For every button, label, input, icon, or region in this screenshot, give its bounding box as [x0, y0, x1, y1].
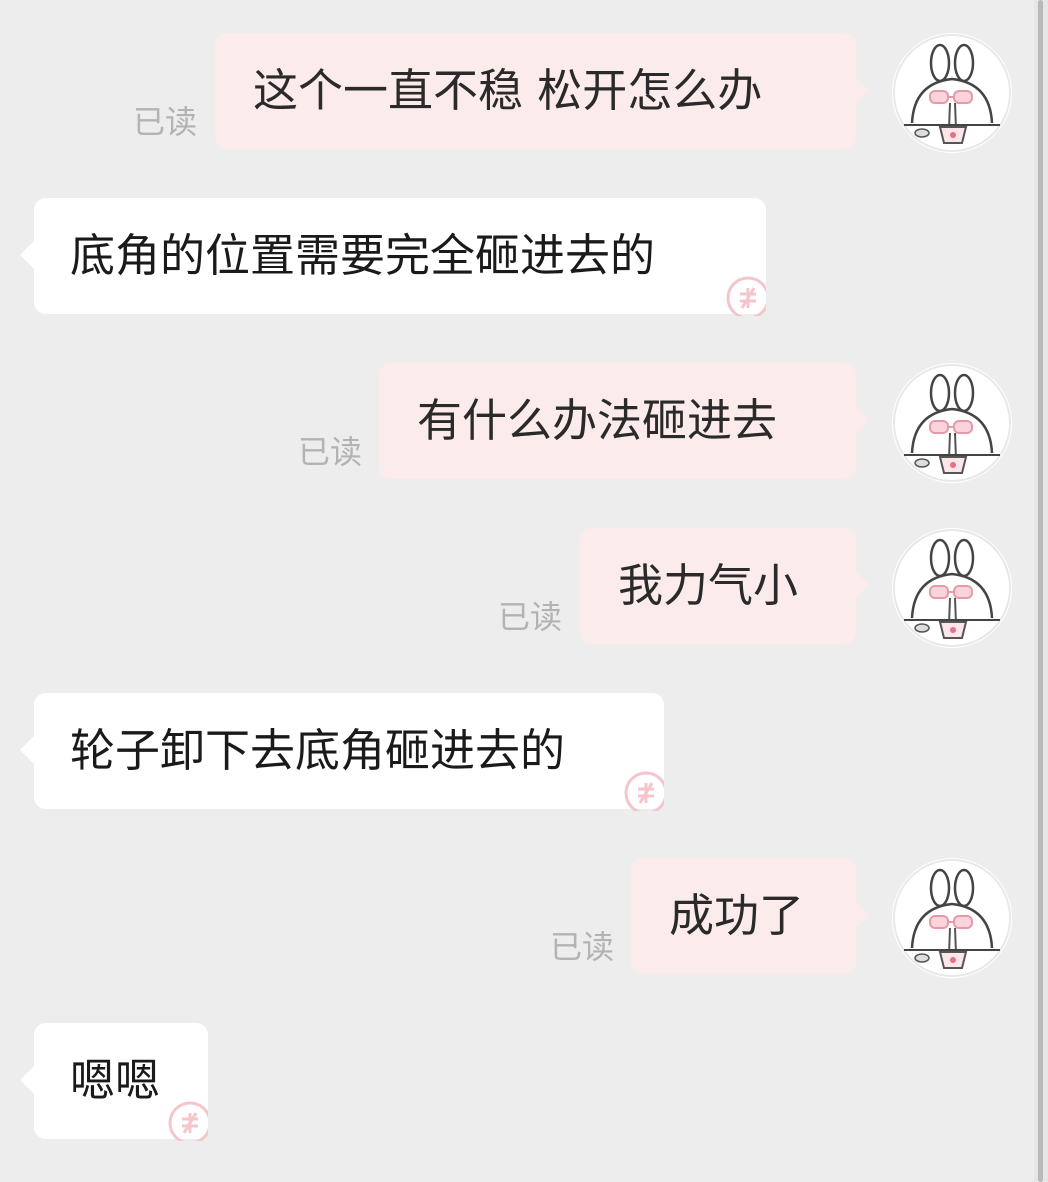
sent-message-bubble[interactable]: 这个一直不稳 松开怎么办 [215, 33, 856, 149]
bunny-eating-noodles-avatar-icon[interactable] [892, 858, 1012, 978]
bubble-tail [855, 571, 869, 599]
bunny-eating-noodles-avatar-icon[interactable] [892, 33, 1012, 153]
bubble-tail [20, 241, 34, 269]
scrollbar-thumb[interactable] [1038, 0, 1043, 1182]
read-receipt: 已读 [133, 103, 198, 141]
bubble-tail [855, 406, 869, 434]
bubble-tail [20, 1066, 34, 1094]
scrollbar[interactable] [1034, 0, 1048, 1182]
message-text: 成功了 [669, 889, 805, 942]
sent-message-bubble[interactable]: 有什么办法砸进去 [379, 363, 856, 479]
message-text: 底角的位置需要完全砸进去的 [70, 229, 656, 282]
pink-stamp-icon [726, 276, 766, 316]
message-text: 轮子卸下去底角砸进去的 [70, 724, 566, 777]
bunny-eating-noodles-avatar-icon[interactable] [892, 363, 1012, 483]
read-receipt: 已读 [498, 598, 563, 636]
received-message-bubble[interactable]: 轮子卸下去底角砸进去的 [34, 693, 664, 809]
sent-message-bubble[interactable]: 成功了 [631, 858, 856, 974]
bubble-tail [20, 736, 34, 764]
read-receipt: 已读 [550, 928, 615, 966]
pink-stamp-icon [624, 771, 664, 811]
bubble-tail [855, 76, 869, 104]
bunny-eating-noodles-avatar-icon[interactable] [892, 528, 1012, 648]
message-text: 我力气小 [618, 559, 799, 612]
pink-stamp-icon [168, 1101, 208, 1141]
message-text: 有什么办法砸进去 [417, 394, 778, 447]
bubble-tail [855, 901, 869, 929]
message-text: 嗯嗯 [70, 1054, 161, 1107]
message-text: 这个一直不稳 松开怎么办 [253, 64, 763, 117]
received-message-bubble[interactable]: 底角的位置需要完全砸进去的 [34, 198, 766, 314]
sent-message-bubble[interactable]: 我力气小 [580, 528, 856, 644]
read-receipt: 已读 [298, 433, 363, 471]
